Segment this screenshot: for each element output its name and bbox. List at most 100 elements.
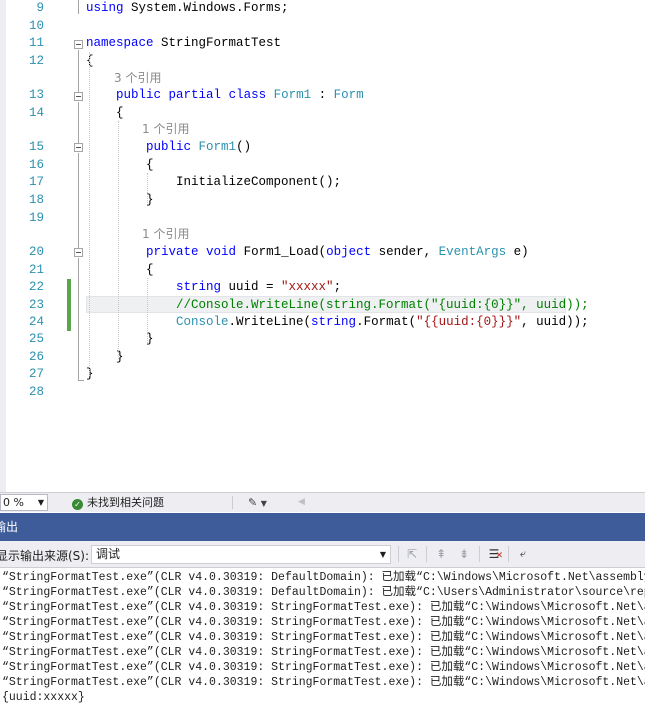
code-line[interactable]: 22 string uuid = "xxxxx"; xyxy=(0,279,645,296)
check-icon: ✓ xyxy=(72,499,83,510)
code-token: void xyxy=(206,245,237,259)
code-text: public partial class Form1 : Form xyxy=(86,87,364,104)
line-number: 26 xyxy=(28,350,44,364)
find-message-in-code-icon[interactable]: ⇱ xyxy=(404,546,420,562)
issues-indicator[interactable]: ✓ 未找到相关问题 xyxy=(72,496,164,510)
line-number: 14 xyxy=(28,106,44,120)
code-text: public Form1() xyxy=(86,139,251,156)
output-line: “StringFormatTest.exe”(CLR v4.0.30319: S… xyxy=(2,661,645,674)
code-token: { xyxy=(86,158,154,172)
output-panel-title[interactable]: 输出 xyxy=(0,513,645,541)
code-token: //Console.WriteLine(string.Format("{uuid… xyxy=(176,298,589,312)
indent-guide xyxy=(118,121,119,359)
outline-line xyxy=(78,258,79,380)
code-line[interactable]: 25 } xyxy=(0,331,645,348)
previous-message-icon[interactable]: ⇞ xyxy=(433,546,449,562)
navigate-back-icon[interactable]: ◀ xyxy=(298,497,305,507)
code-line[interactable]: 18 } xyxy=(0,192,645,209)
code-token: Console xyxy=(176,315,229,329)
status-separator xyxy=(232,496,233,509)
code-token: { xyxy=(86,263,154,277)
code-token: "{{uuid:{0}}}" xyxy=(416,315,522,329)
collapse-constructor-icon[interactable] xyxy=(74,143,83,152)
line-number: 20 xyxy=(28,245,44,259)
code-line[interactable]: 21 { xyxy=(0,262,645,279)
code-line[interactable]: 23 //Console.WriteLine(string.Format("{u… xyxy=(0,297,645,314)
clear-all-icon[interactable]: ☰ ✕ xyxy=(486,546,503,562)
code-line[interactable]: 19 xyxy=(0,210,645,227)
output-title-text: 输出 xyxy=(0,520,19,534)
line-number: 24 xyxy=(28,315,44,329)
line-number: 15 xyxy=(28,140,44,154)
code-line[interactable]: 12{ xyxy=(0,53,645,70)
code-line[interactable]: 27} xyxy=(0,366,645,383)
code-line[interactable]: 28 xyxy=(0,384,645,401)
output-line: {uuid:xxxxx} xyxy=(2,691,85,704)
line-number: 12 xyxy=(28,54,44,68)
output-toolbar: 显示输出来源(S): 调试 ▼ ⇱ ⇞ ⇟ ☰ ✕ ⤶ xyxy=(0,541,645,568)
code-text: } xyxy=(86,192,154,209)
output-source-value: 调试 xyxy=(96,547,121,561)
code-token: } xyxy=(86,193,154,207)
line-number: 23 xyxy=(28,298,44,312)
line-number: 10 xyxy=(28,19,44,33)
output-line: “StringFormatTest.exe”(CLR v4.0.30319: S… xyxy=(2,616,645,629)
brush-icon: ✎ xyxy=(248,496,258,509)
code-token: object xyxy=(326,245,372,259)
toolbar-separator xyxy=(479,546,480,562)
code-line[interactable]: 11 namespace StringFormatTest xyxy=(0,35,645,52)
code-line[interactable]: 14 { xyxy=(0,105,645,122)
code-token: Form xyxy=(333,88,364,102)
toolbar-separator xyxy=(426,546,427,562)
code-token: .WriteLine( xyxy=(228,315,312,329)
code-line[interactable]: 24 Console.WriteLine(string.Format("{{uu… xyxy=(0,314,645,331)
outline-line xyxy=(78,102,79,143)
codelens-references[interactable]: 1 个引用 xyxy=(142,226,189,243)
code-token: () xyxy=(236,140,252,154)
code-line[interactable]: 17 InitializeComponent(); xyxy=(0,174,645,191)
code-text: string uuid = "xxxxx"; xyxy=(86,279,341,296)
code-cleanup-button[interactable]: ✎ ▼ xyxy=(248,496,267,509)
line-number: 13 xyxy=(28,88,44,102)
output-text-area[interactable]: “StringFormatTest.exe”(CLR v4.0.30319: D… xyxy=(0,568,645,711)
code-line[interactable]: 16 { xyxy=(0,157,645,174)
code-line[interactable]: 26 } xyxy=(0,349,645,366)
code-token: class xyxy=(228,88,267,102)
code-line[interactable]: 13 public partial class Form1 : Form xyxy=(0,87,645,104)
code-line[interactable]: 20 private void Form1_Load(object sender… xyxy=(0,244,645,261)
outline-line xyxy=(78,0,79,14)
line-number: 25 xyxy=(28,332,44,346)
changed-lines-marker xyxy=(67,279,71,331)
next-message-icon[interactable]: ⇟ xyxy=(456,546,472,562)
collapse-namespace-icon[interactable] xyxy=(74,40,83,49)
line-number: 28 xyxy=(28,385,44,399)
code-token: string xyxy=(176,280,222,294)
zoom-dropdown[interactable]: 0 % ▼ xyxy=(0,494,48,511)
codelens-references[interactable]: 1 个引用 xyxy=(142,121,189,138)
output-line: “StringFormatTest.exe”(CLR v4.0.30319: D… xyxy=(2,586,645,599)
code-token: public xyxy=(146,140,192,154)
indent-guide xyxy=(89,52,90,376)
code-token: EventArgs xyxy=(438,245,507,259)
code-editor[interactable]: 9 using System.Windows.Forms; 10 11 namespac… xyxy=(0,0,645,492)
code-line[interactable]: 10 xyxy=(0,18,645,35)
code-text: namespace StringFormatTest xyxy=(86,35,281,52)
codelens-references[interactable]: 3 个引用 xyxy=(114,70,161,87)
output-source-dropdown[interactable]: 调试 ▼ xyxy=(91,545,391,564)
word-wrap-icon[interactable]: ⤶ xyxy=(515,546,531,562)
line-number: 9 xyxy=(36,1,44,15)
collapse-method-icon[interactable] xyxy=(74,248,83,257)
code-line[interactable]: 9 using System.Windows.Forms; xyxy=(0,0,645,17)
line-number: 17 xyxy=(28,175,44,189)
output-source-label: 显示输出来源(S): xyxy=(0,549,90,563)
collapse-class-icon[interactable] xyxy=(74,92,83,101)
code-line[interactable]: 15 public Form1() xyxy=(0,139,645,156)
